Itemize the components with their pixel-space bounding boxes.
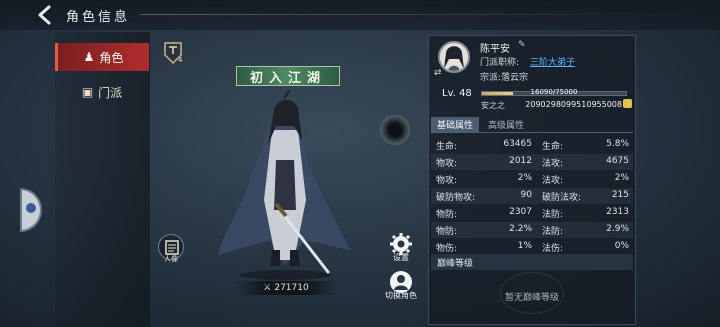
- back-arrow-icon: [38, 5, 51, 25]
- settings-label: 设置: [393, 253, 409, 262]
- stat-label: 物防:: [436, 210, 458, 220]
- stat-label: 生命:: [542, 142, 564, 152]
- rank-badge-number: 4: [178, 56, 183, 64]
- stat-label: 法防:: [542, 227, 564, 237]
- stat-row: 物防: 2.2% 法防: 2.9%: [434, 222, 632, 238]
- tab-advanced-attributes[interactable]: 高级属性: [481, 117, 531, 132]
- stat-row: 物攻: 2% 法攻: 2%: [434, 171, 632, 187]
- edge-handle-icon: [26, 203, 36, 213]
- page-title: 角色信息: [66, 10, 131, 25]
- switch-character-label: 切换角色: [385, 291, 417, 300]
- nav-item-label: 门派: [98, 85, 123, 100]
- stat-value: 2.9%: [606, 224, 629, 234]
- peak-level-header: 巅峰等级: [431, 254, 633, 270]
- title-banner: 初入江湖: [236, 66, 340, 86]
- peak-empty-text: 暂无巅峰等级: [504, 293, 559, 303]
- tab-divider: [431, 132, 633, 133]
- exp-text: 16090/75000: [530, 88, 578, 96]
- combat-power: ⚔ 271710: [235, 281, 337, 295]
- peak-level-title: 巅峰等级: [437, 259, 474, 269]
- swap-icon[interactable]: ⇄: [434, 68, 442, 78]
- coin-icon: [623, 99, 632, 108]
- stat-value: 1%: [517, 241, 532, 251]
- currency-value: 2090298099510955008: [525, 100, 622, 109]
- level: Lv. 48: [442, 88, 472, 99]
- stat-label: 破防法攻:: [542, 193, 582, 203]
- combat-power-value: 271710: [274, 283, 309, 293]
- stat-value: 215: [611, 190, 629, 200]
- nav-item-role[interactable]: ♟ 角色: [55, 43, 149, 71]
- stat-label: 物攻:: [436, 159, 458, 169]
- stat-label: 法攻:: [542, 176, 564, 186]
- stat-label: 物防:: [436, 227, 458, 237]
- stat-label: 物攻:: [436, 176, 458, 186]
- title-banner-text: 初入江湖: [249, 70, 326, 86]
- stat-label: 生命:: [436, 142, 458, 152]
- sect-icon: ▣: [81, 85, 94, 99]
- back-button[interactable]: [34, 4, 56, 26]
- stat-row: 物伤: 1% 法伤: 0%: [434, 239, 632, 255]
- currency-label: 安之之: [481, 101, 505, 110]
- sect-title-link[interactable]: 三阶大弟子: [530, 55, 575, 68]
- stat-label: 物伤:: [436, 244, 458, 254]
- stat-row: 物攻: 2012 法攻: 4675: [434, 154, 632, 170]
- stat-label: 破防物攻:: [436, 193, 476, 203]
- stat-value: 2.2%: [509, 224, 532, 234]
- stat-label: 法攻:: [542, 159, 564, 169]
- stat-value: 2%: [517, 173, 532, 183]
- stat-label: 法防:: [542, 210, 564, 220]
- nav-item-sect[interactable]: ▣ 门派: [55, 78, 149, 106]
- sect-title-label: 门派职称:: [480, 58, 520, 68]
- edit-icon[interactable]: ✎: [518, 40, 526, 50]
- portrait-button-label: 人像: [164, 255, 178, 263]
- stat-label: 法伤:: [542, 244, 564, 254]
- stat-value: 2313: [606, 207, 629, 217]
- character-model[interactable]: [210, 89, 360, 280]
- stat-value: 90: [520, 190, 532, 200]
- stat-value: 2307: [509, 207, 532, 217]
- spirit-orb[interactable]: [380, 115, 410, 145]
- stat-value: 0%: [614, 241, 629, 251]
- stat-row: 生命: 63465 生命: 5.8%: [434, 137, 632, 153]
- stat-row: 破防物攻: 90 破防法攻: 215: [434, 188, 632, 204]
- stat-value: 5.8%: [606, 139, 629, 149]
- stat-value: 4675: [606, 156, 629, 166]
- stat-value: 2012: [509, 156, 532, 166]
- tab-basic-attributes[interactable]: 基础属性: [431, 117, 479, 132]
- sword-icon: ⚔: [263, 283, 272, 293]
- stat-value: 2%: [614, 173, 629, 183]
- avatar[interactable]: [438, 41, 470, 73]
- character-name: 陈平安: [480, 44, 510, 55]
- nav-item-label: 角色: [99, 50, 124, 65]
- stat-row: 物防: 2307 法防: 2313: [434, 205, 632, 221]
- sect-name: 宗派:落云宗: [480, 73, 529, 83]
- top-divider: [140, 14, 700, 15]
- role-icon: ♟: [83, 50, 95, 64]
- side-nav: [55, 32, 150, 327]
- stat-value: 63465: [503, 139, 532, 149]
